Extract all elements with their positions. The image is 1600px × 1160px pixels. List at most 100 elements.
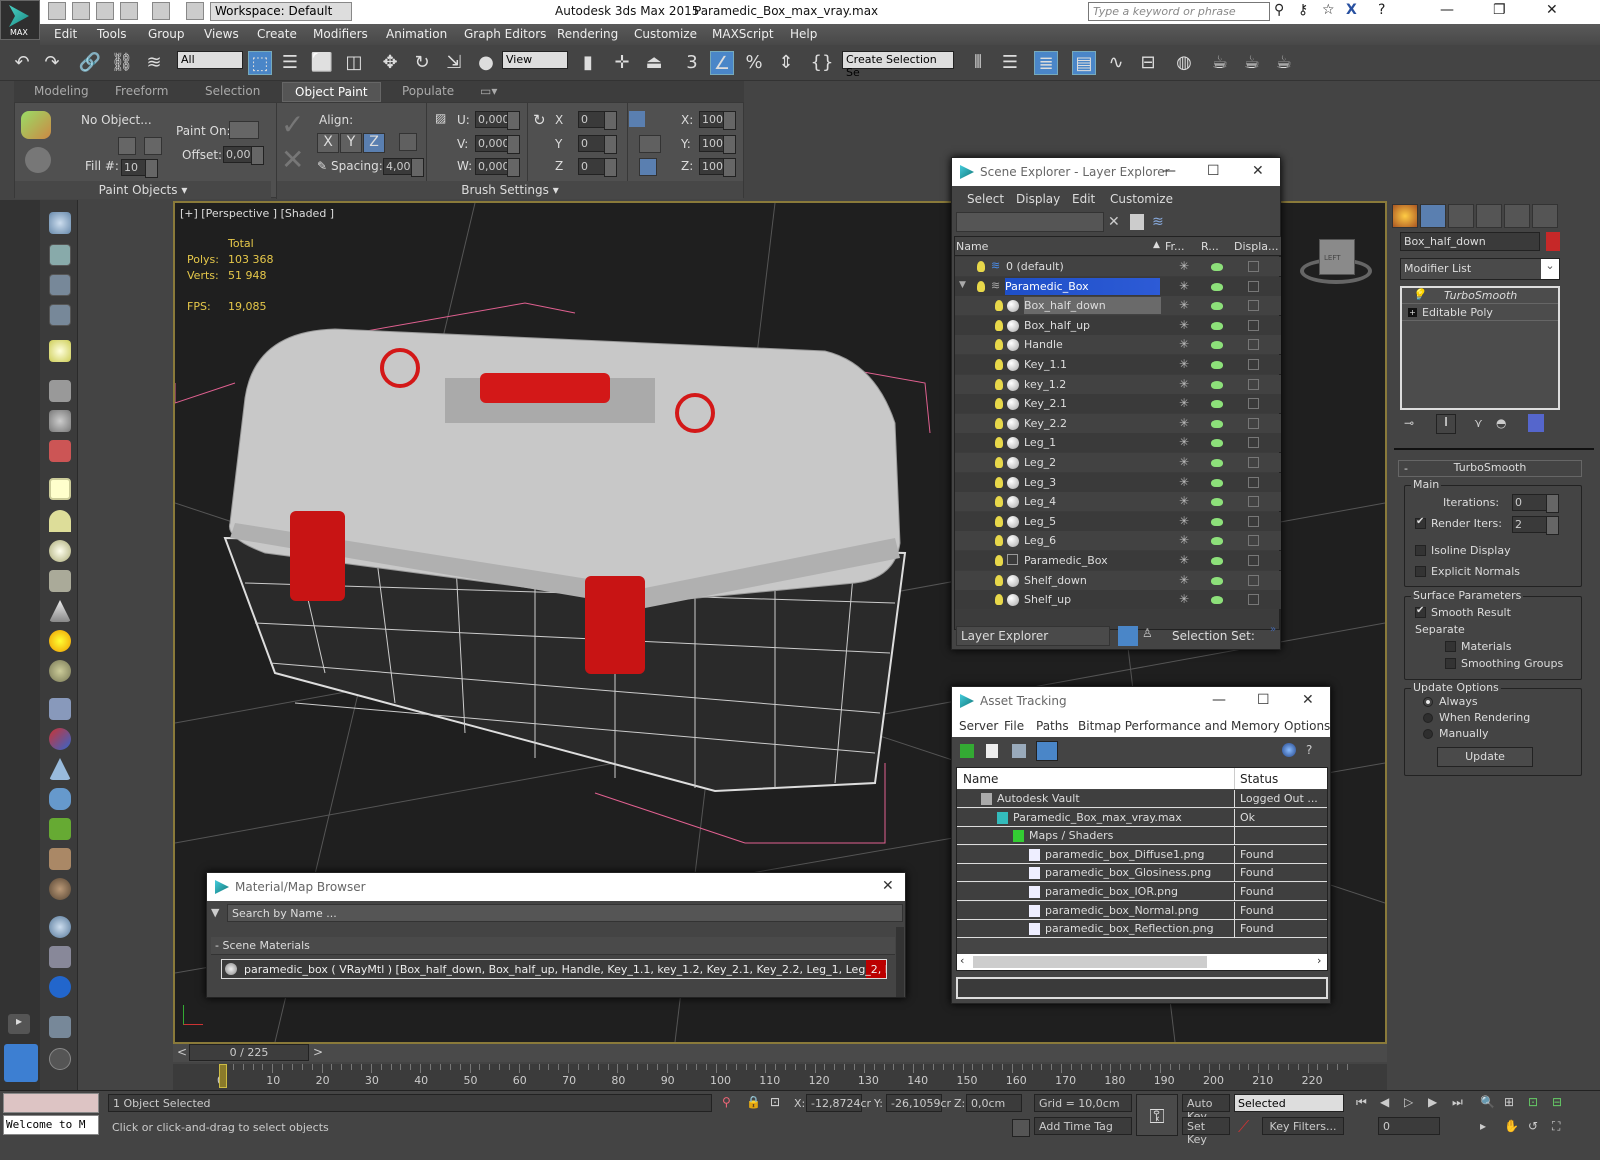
smoothing-groups-checkbox[interactable]: [1445, 658, 1456, 669]
material-browser-titlebar[interactable]: Material/Map Browser ✕: [207, 873, 905, 901]
display-box-icon[interactable]: [1248, 378, 1259, 390]
script-icon[interactable]: [49, 1016, 71, 1038]
se-row[interactable]: Leg_4 ✳: [955, 492, 1281, 512]
asset-row[interactable]: paramedic_box_IOR.png Found: [957, 883, 1327, 901]
teapot-create-icon[interactable]: [49, 212, 71, 234]
window-crossing-icon[interactable]: ◫: [342, 51, 366, 75]
rotate-icon[interactable]: ↻: [410, 51, 434, 75]
make-unique-icon[interactable]: ⋎: [1474, 416, 1483, 430]
display-box-icon[interactable]: [1248, 437, 1259, 449]
asset-row[interactable]: paramedic_box_Reflection.png Found: [957, 920, 1327, 939]
visibility-bulb-icon[interactable]: [995, 300, 1003, 312]
named-selection-dropdown[interactable]: Create Selection Se: [842, 51, 954, 79]
sphere-light-icon[interactable]: [49, 540, 71, 562]
update-manually-radio[interactable]: [1423, 729, 1433, 739]
set-key-big-icon[interactable]: ⚿: [1136, 1094, 1178, 1136]
menu-create[interactable]: Create: [257, 27, 297, 41]
se-menu-select[interactable]: Select: [967, 192, 1004, 206]
minimize-icon[interactable]: —: [1440, 2, 1454, 18]
visibility-bulb-icon[interactable]: [995, 437, 1003, 449]
se-row[interactable]: ≋ 0 (default) ✳: [955, 257, 1281, 276]
rotate-z-spinner[interactable]: 0: [578, 158, 617, 177]
create-tab-icon[interactable]: [1392, 204, 1418, 228]
scale-y-spinner[interactable]: 100: [699, 135, 736, 154]
renderable-teapot-icon[interactable]: [1211, 400, 1223, 409]
u-spinner[interactable]: 0,000: [475, 111, 520, 130]
display-box-icon[interactable]: [1248, 398, 1259, 410]
align-dropdown[interactable]: Align:: [319, 113, 353, 127]
new-layer-icon[interactable]: [1130, 214, 1144, 230]
display-box-icon[interactable]: [1248, 261, 1259, 272]
freeze-snowflake-icon[interactable]: ✳: [1179, 573, 1189, 587]
spacing-spinner[interactable]: 4,000: [383, 158, 424, 177]
close-icon[interactable]: ✕: [1546, 2, 1558, 18]
redo-icon[interactable]: ↷: [40, 51, 64, 75]
ribbon-options-icon[interactable]: ▭▾: [480, 84, 497, 98]
collapse-rollout-icon[interactable]: -: [1404, 462, 1408, 475]
sort-ascending-icon[interactable]: ▲: [1153, 240, 1160, 250]
expand-plus-icon[interactable]: +: [1408, 308, 1417, 317]
freeze-snowflake-icon[interactable]: ✳: [1179, 514, 1189, 528]
se-search-input[interactable]: [956, 212, 1104, 232]
configure-modifier-sets-icon[interactable]: [1528, 414, 1544, 432]
renderable-teapot-icon[interactable]: [1211, 263, 1223, 271]
percent-snap-icon[interactable]: %: [742, 51, 766, 75]
commit-check-icon[interactable]: ✓: [281, 108, 304, 141]
stack-item-editable-poly[interactable]: + Editable Poly: [1402, 305, 1558, 321]
snaps-toggle-icon[interactable]: 3: [680, 51, 704, 75]
zoom-extents-icon[interactable]: ⊡: [1528, 1095, 1538, 1109]
col-render[interactable]: R...: [1201, 240, 1219, 253]
tab-object-paint[interactable]: Object Paint: [282, 82, 381, 102]
maxscript-listener-white[interactable]: Welcome to M: [3, 1115, 99, 1135]
menu-maxscript[interactable]: MAXScript: [712, 27, 774, 41]
menu-customize[interactable]: Customize: [634, 27, 697, 41]
time-slider[interactable]: < 0 / 225 >: [173, 1044, 1387, 1062]
display-box-icon[interactable]: [1248, 359, 1259, 370]
scene-materials-header[interactable]: - Scene Materials: [211, 937, 895, 955]
hair-farm-icon[interactable]: [49, 848, 71, 870]
go-to-start-icon[interactable]: ⏮: [1356, 1095, 1367, 1110]
tab-freeform[interactable]: Freeform: [115, 84, 168, 98]
offset-spinner[interactable]: 0,000: [223, 146, 264, 165]
menu-modifiers[interactable]: Modifiers: [313, 27, 368, 41]
tab-modeling[interactable]: Modeling: [34, 84, 89, 98]
freeze-snowflake-icon[interactable]: ✳: [1179, 259, 1189, 273]
tab-populate[interactable]: Populate: [402, 84, 454, 98]
absolute-mode-icon[interactable]: ⊡: [770, 1095, 780, 1109]
tab-selection[interactable]: Selection: [205, 84, 260, 98]
se-row[interactable]: ▼ ≋ Paramedic_Box ✳: [955, 276, 1281, 296]
renderable-teapot-icon[interactable]: [1211, 459, 1223, 467]
save-file-icon[interactable]: [96, 2, 114, 20]
clear-search-icon[interactable]: ✕: [1108, 214, 1120, 230]
freeze-snowflake-icon[interactable]: ✳: [1179, 377, 1189, 391]
area-light-icon[interactable]: [49, 478, 71, 500]
minimize-icon[interactable]: —: [1162, 163, 1176, 179]
x-coord-field[interactable]: -12,8724cr: [806, 1094, 871, 1112]
render-iters-checkbox[interactable]: [1415, 516, 1426, 529]
layer-explorer-icon[interactable]: ≣: [1034, 51, 1058, 75]
next-frame-arrow[interactable]: >: [313, 1045, 323, 1059]
se-row[interactable]: Handle ✳: [955, 335, 1281, 355]
visibility-bulb-icon[interactable]: [995, 359, 1003, 370]
display-box-icon[interactable]: [1248, 319, 1259, 331]
smooth-result-checkbox[interactable]: [1415, 605, 1426, 618]
placement-icon[interactable]: ●: [474, 51, 498, 75]
explicit-normals-checkbox[interactable]: [1415, 566, 1426, 577]
asset-row[interactable]: Paramedic_Box_max_vray.max Ok: [957, 808, 1327, 827]
renderable-teapot-icon[interactable]: [1211, 537, 1223, 546]
unlink-icon[interactable]: ⛓: [110, 51, 134, 75]
visibility-bulb-icon[interactable]: [995, 417, 1003, 429]
render-setup-icon[interactable]: ☕: [1208, 51, 1232, 75]
menu-edit[interactable]: Edit: [54, 27, 77, 41]
orbit-icon[interactable]: ↺: [1528, 1119, 1538, 1133]
isolate-selection-icon[interactable]: ⚲: [722, 1095, 731, 1109]
render-frame-window-icon[interactable]: [49, 244, 71, 266]
display-box-icon[interactable]: [1248, 574, 1259, 586]
ambient-light-icon[interactable]: [49, 660, 71, 682]
sort-by-layer-icon[interactable]: [1118, 626, 1138, 646]
at-menu-options[interactable]: Options: [1284, 719, 1330, 733]
renderable-teapot-icon[interactable]: [1211, 576, 1223, 585]
rotate-x-spinner[interactable]: 0: [578, 111, 617, 130]
update-button[interactable]: Update: [1437, 747, 1533, 767]
physical-camera-icon[interactable]: [49, 440, 71, 462]
